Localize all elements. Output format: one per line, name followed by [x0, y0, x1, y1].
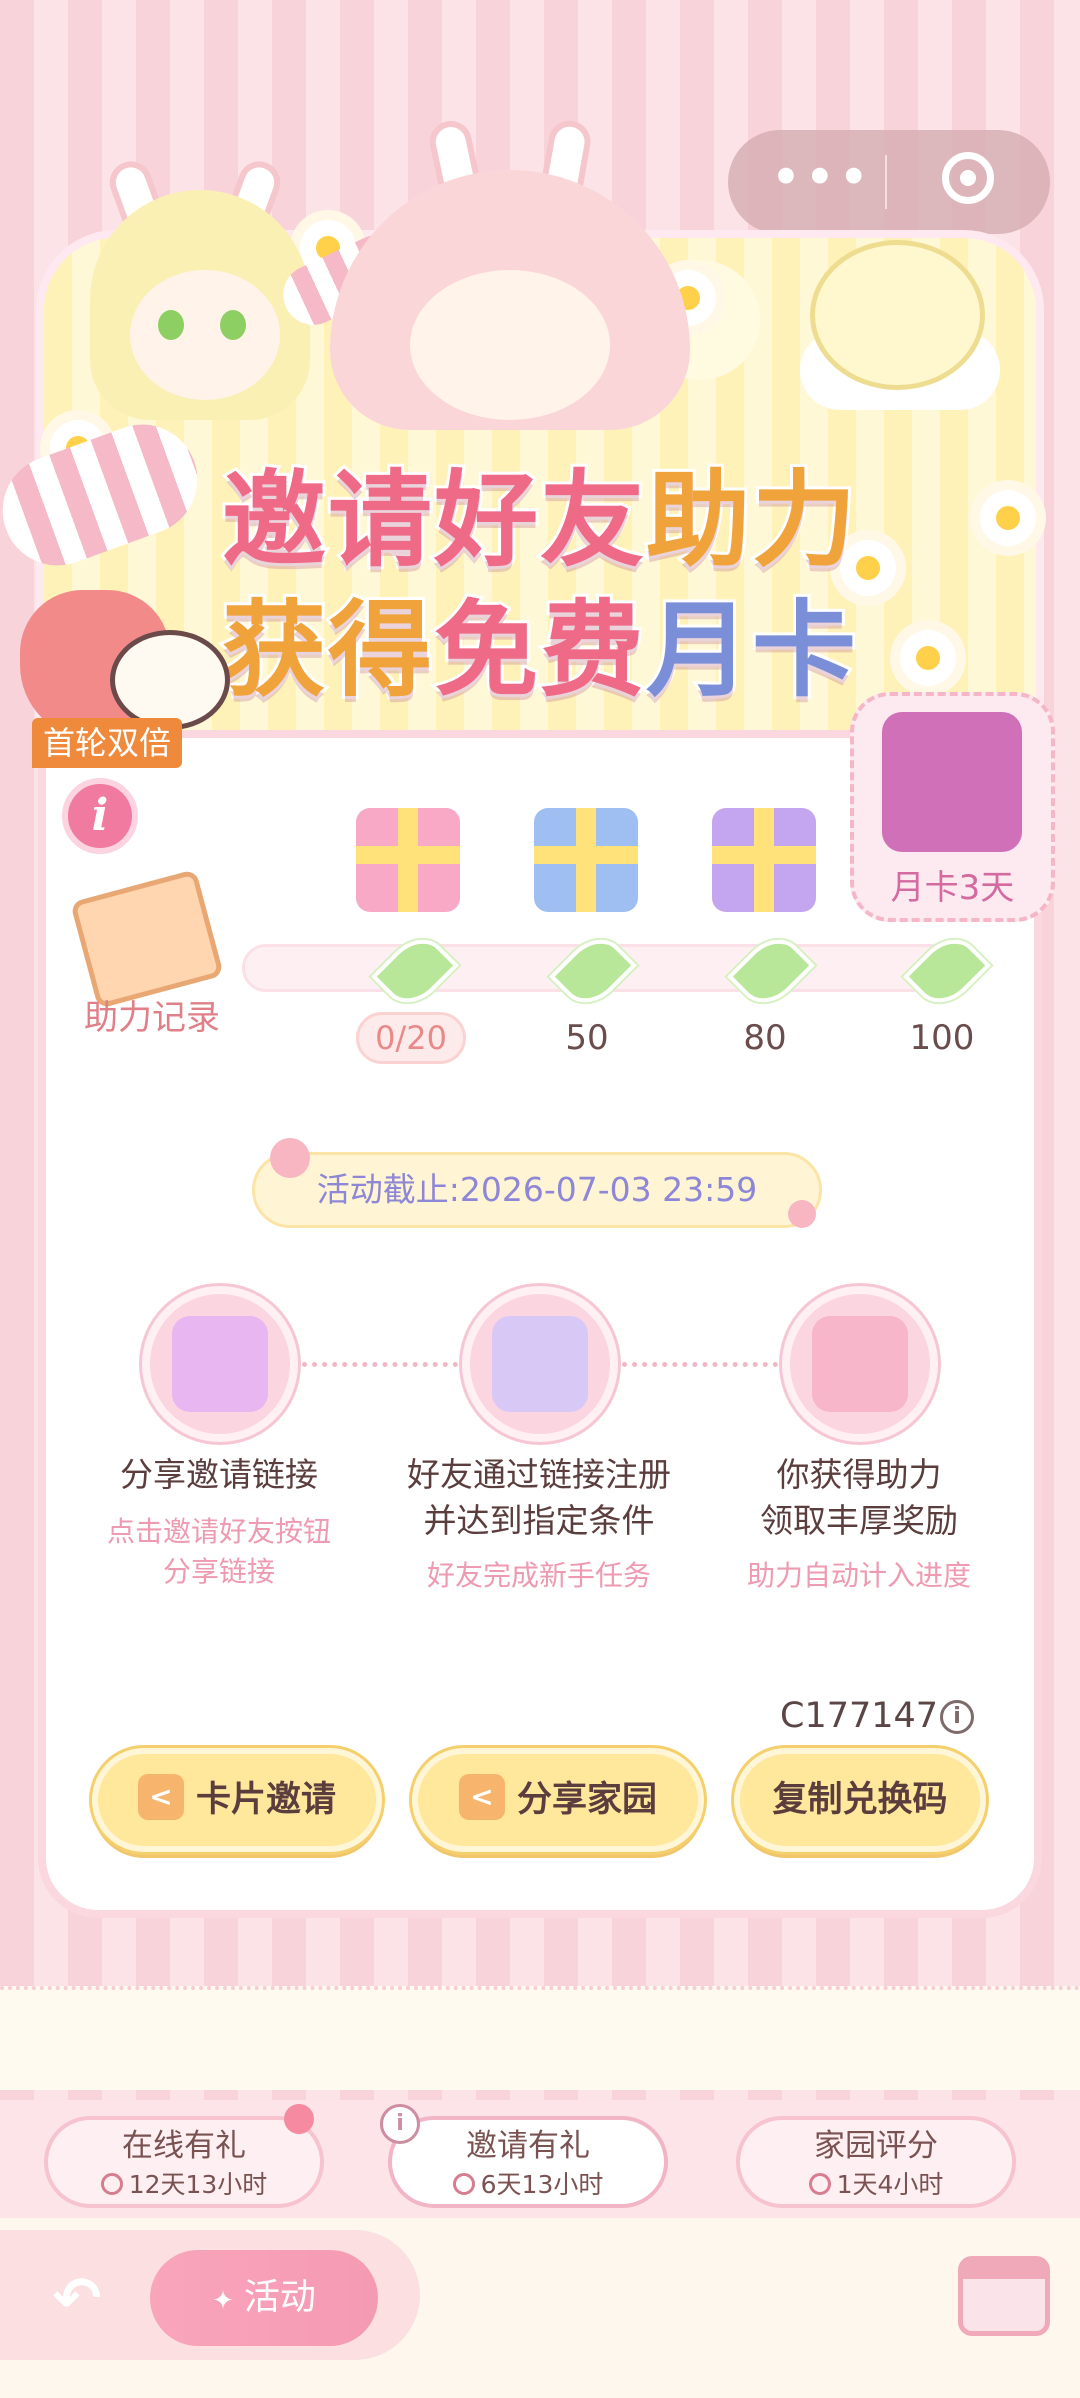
title-monthly-card: 月卡 [643, 587, 859, 713]
flower-icon [284, 2104, 314, 2134]
activity-label: 活动 [243, 2277, 316, 2318]
first-round-double-tag: 首轮双倍 [32, 718, 182, 768]
step-3-title-line-1: 你获得助力 [776, 1455, 942, 1494]
step-2-title-line-2: 并达到指定条件 [423, 1501, 655, 1540]
clipboard-icon [492, 1316, 588, 1412]
tab-info-icon[interactable]: i [380, 2104, 420, 2144]
milestone-100: 100 [909, 1018, 975, 1058]
flower-icon [788, 1200, 816, 1228]
monthly-card-reward-label: 月卡3天 [890, 868, 1015, 908]
tarot-card-box-icon [882, 712, 1022, 852]
step-2-title: 好友通过链接注册 并达到指定条件 [374, 1452, 704, 1544]
step-3-title: 你获得助力 领取丰厚奖励 [694, 1452, 1024, 1544]
step-2-sub-line: 好友完成新手任务 [426, 1559, 651, 1592]
phone-share-icon [172, 1316, 268, 1412]
share-icon: < [458, 1774, 505, 1820]
clock-icon [808, 2173, 831, 2195]
tab-home-rating-time: 1天4小时 [740, 2168, 1012, 2202]
tab-invite-gift-time: 6天13小时 [392, 2168, 664, 2202]
target-close-icon[interactable] [942, 152, 994, 204]
step-1-title-line: 分享邀请链接 [120, 1455, 318, 1494]
step-3-sub-line: 助力自动计入进度 [746, 1559, 971, 1592]
milestone-50: 50 [565, 1018, 609, 1058]
clock-icon [100, 2173, 123, 2195]
pink-hair-girl-face [410, 270, 610, 420]
share-home-label: 分享家园 [516, 1780, 657, 1820]
share-icon: < [137, 1774, 184, 1820]
step-2-title-line-1: 好友通过链接注册 [407, 1455, 671, 1494]
share-home-button[interactable]: < 分享家园 [412, 1748, 704, 1852]
girl-eye [220, 310, 246, 340]
step-3-title-line-2: 领取丰厚奖励 [760, 1501, 958, 1540]
tab-invite-gift-label: 邀请有礼 [466, 2128, 590, 2164]
step-1-sub-line-2: 分享链接 [162, 1555, 275, 1588]
step-1-title: 分享邀请链接 [54, 1452, 384, 1498]
milestone-80: 80 [743, 1018, 787, 1058]
step-2-subtitle: 好友完成新手任务 [374, 1556, 704, 1596]
help-record-label[interactable]: 助力记录 [62, 990, 242, 1039]
clock-icon [452, 2173, 475, 2195]
activity-button[interactable]: ✦ 活动 [150, 2250, 378, 2346]
banner-title-line1: 邀请好友助力 [40, 457, 1040, 583]
step-connector [622, 1362, 778, 1367]
pink-gift-icon[interactable] [356, 808, 460, 912]
tab-invite-gift-countdown: 6天13小时 [480, 2170, 604, 2199]
sparkle-icon: ✦ [212, 2286, 234, 2316]
more-dots-icon[interactable]: ••• [770, 148, 870, 216]
info-icon[interactable]: i [62, 778, 138, 854]
step-3-subtitle: 助力自动计入进度 [694, 1556, 1024, 1596]
step-connector [302, 1362, 458, 1367]
gift-box-icon [812, 1316, 908, 1412]
redeem-code: C177147 [780, 1696, 939, 1736]
step-1-sub-line-1: 点击邀请好友按钮 [106, 1515, 331, 1548]
title-invite-friends: 邀请好友 [219, 457, 647, 583]
tab-online-gift-time: 12天13小时 [48, 2168, 320, 2202]
purple-gift-icon[interactable] [712, 808, 816, 912]
progress-current-count: 0/20 [356, 1012, 466, 1064]
copy-code-button[interactable]: 复制兑换码 [734, 1748, 986, 1852]
girl-eye [158, 310, 184, 340]
tab-home-rating-countdown: 1天4小时 [836, 2170, 944, 2199]
flower-icon [270, 1138, 310, 1178]
bun-mascot [110, 630, 230, 730]
back-arrow-icon[interactable]: ↶ [42, 2268, 112, 2328]
tab-invite-gift[interactable]: 邀请有礼 6天13小时 [388, 2116, 668, 2208]
tab-online-gift-label: 在线有礼 [122, 2128, 246, 2164]
tab-online-gift-countdown: 12天13小时 [128, 2170, 268, 2199]
lace-divider [0, 1986, 1080, 2090]
activity-deadline: 活动截止:2026-07-03 23:59 [252, 1152, 822, 1228]
card-invite-button[interactable]: < 卡片邀请 [92, 1748, 382, 1852]
capsule-divider [885, 155, 887, 209]
code-info-icon[interactable]: i [940, 1700, 974, 1734]
title-get: 获得 [219, 587, 435, 713]
step-1-subtitle: 点击邀请好友按钮 分享链接 [54, 1512, 384, 1592]
tab-home-rating[interactable]: 家园评分 1天4小时 [736, 2116, 1016, 2208]
tab-online-gift[interactable]: 在线有礼 12天13小时 [44, 2116, 324, 2208]
blonde-girl-face [130, 270, 280, 400]
chick-mascot [810, 240, 985, 390]
card-invite-label: 卡片邀请 [195, 1780, 336, 1820]
copy-code-label: 复制兑换码 [772, 1780, 948, 1820]
title-free: 免费 [431, 587, 647, 713]
blue-gift-icon[interactable] [534, 808, 638, 912]
title-help: 助力 [643, 457, 859, 583]
calendar-icon[interactable] [958, 2256, 1050, 2336]
tab-home-rating-label: 家园评分 [814, 2128, 938, 2164]
